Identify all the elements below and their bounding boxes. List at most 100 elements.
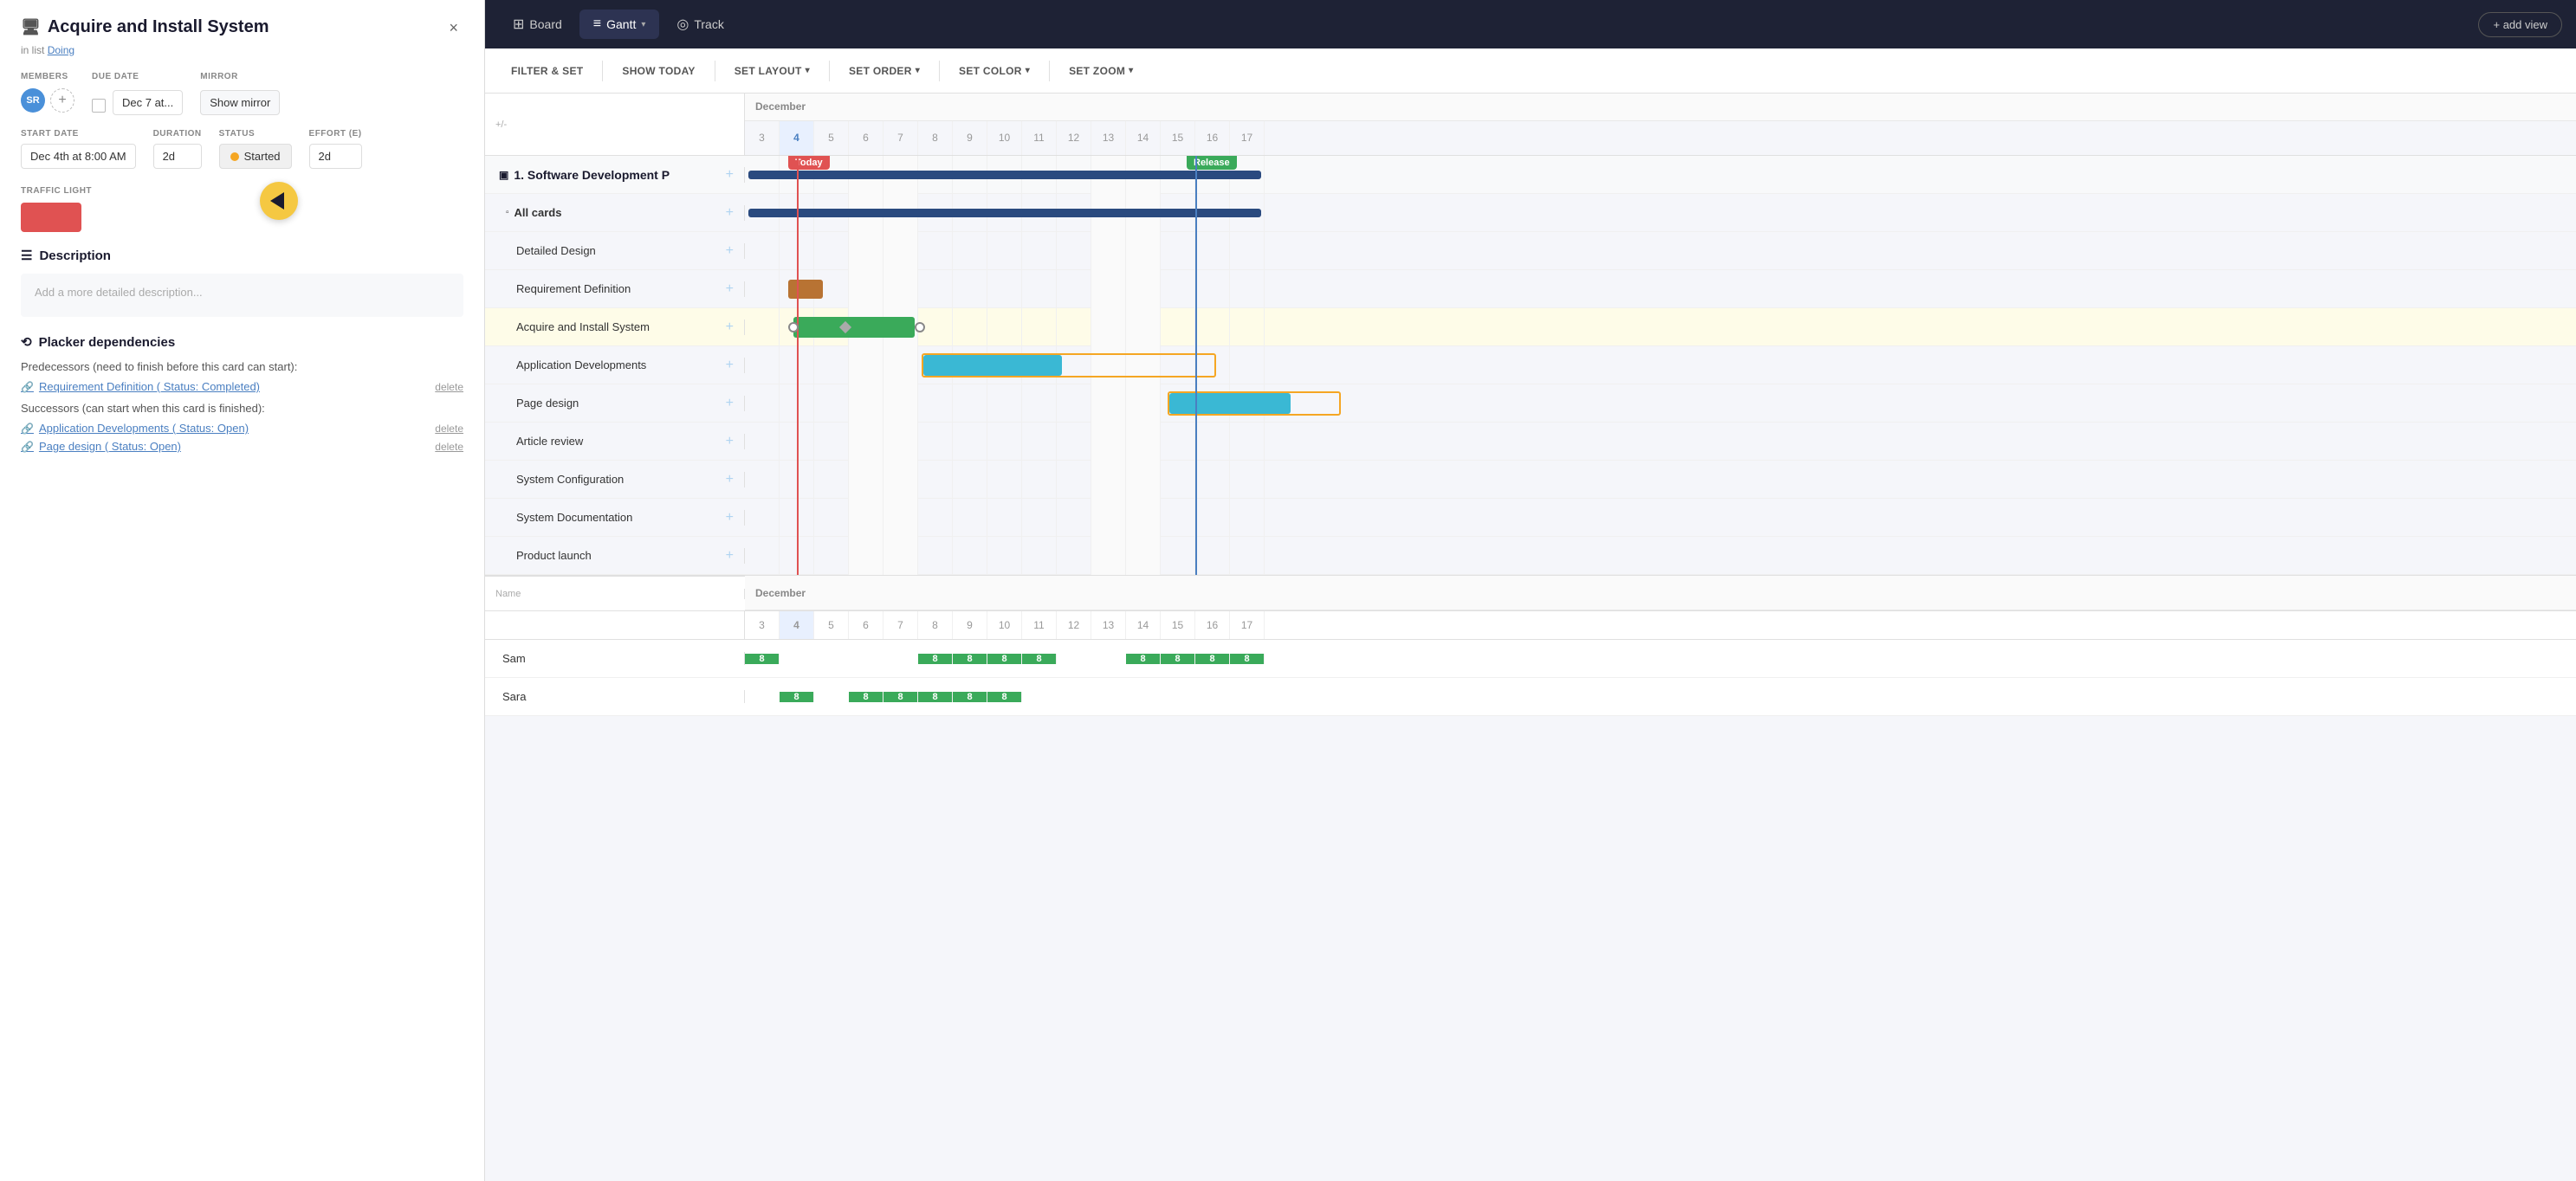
successor-delete-button-1[interactable]: delete xyxy=(435,423,463,435)
set-layout-button[interactable]: SET LAYOUT ▾ xyxy=(726,60,819,82)
timeline-cell-7 xyxy=(883,270,918,308)
gantt-row-t2: Requirement Definition+ xyxy=(485,270,2576,308)
traffic-light-box[interactable] xyxy=(21,203,81,232)
duedate-value[interactable]: Dec 7 at... xyxy=(113,90,183,115)
deadline-line xyxy=(1195,346,1197,384)
gantt-timeline-t2 xyxy=(745,270,2576,308)
duration-value[interactable]: 2d xyxy=(153,144,202,169)
duration-label: DURATION xyxy=(153,129,202,139)
tab-gantt[interactable]: ≡ Gantt ▾ xyxy=(579,10,660,39)
timeline-cell-3 xyxy=(745,537,780,575)
predecessor-link[interactable]: 🔗 Requirement Definition ( Status: Compl… xyxy=(21,380,260,393)
today-line xyxy=(797,346,799,384)
gantt-name-t3[interactable]: Acquire and Install System+ xyxy=(485,319,745,335)
add-task-btn-t9[interactable]: + xyxy=(726,548,734,564)
show-today-button[interactable]: SHOW TODAY xyxy=(613,60,703,82)
gantt-bar-t2[interactable] xyxy=(788,280,823,299)
list-link[interactable]: Doing xyxy=(48,44,74,56)
gantt-name-t7[interactable]: System Configuration+ xyxy=(485,472,745,487)
add-task-btn-t1[interactable]: + xyxy=(726,243,734,259)
add-task-btn-t4[interactable]: + xyxy=(726,358,734,373)
timeline-cell-12 xyxy=(1057,270,1091,308)
add-task-btn-t8[interactable]: + xyxy=(726,510,734,526)
gantt-name-g1[interactable]: ▣ 1. Software Development P+ xyxy=(485,167,745,183)
members-field: MEMBERS SR + xyxy=(21,72,74,113)
filter-set-button[interactable]: FILTER & SET xyxy=(502,60,592,82)
successor-link-2[interactable]: 🔗 Page design ( Status: Open) xyxy=(21,440,181,453)
description-title: ☰ Description xyxy=(21,248,463,263)
gantt-name-t8[interactable]: System Documentation+ xyxy=(485,510,745,526)
duration-field: DURATION 2d xyxy=(153,129,202,169)
add-task-btn-t2[interactable]: + xyxy=(726,281,734,297)
gantt-timeline-t9 xyxy=(745,537,2576,575)
timeline-cell-10 xyxy=(987,499,1022,537)
effort-value[interactable]: 2d xyxy=(309,144,362,169)
gantt-name-t4[interactable]: Application Developments+ xyxy=(485,358,745,373)
gantt-name-allcards[interactable]: ▫ All cards+ xyxy=(485,205,745,221)
add-task-btn-t7[interactable]: + xyxy=(726,472,734,487)
add-task-btn-t3[interactable]: + xyxy=(726,319,734,335)
bar-handle-left[interactable] xyxy=(788,322,799,332)
gantt-bar-t4[interactable] xyxy=(923,355,1062,376)
gantt-name-t2[interactable]: Requirement Definition+ xyxy=(485,281,745,297)
deadline-line xyxy=(1195,194,1197,232)
timeline-cell-17 xyxy=(1230,308,1265,346)
successor-text-1: Application Developments ( Status: Open) xyxy=(39,422,249,435)
today-line xyxy=(797,461,799,499)
predecessor-delete-button[interactable]: delete xyxy=(435,381,463,393)
day-header-7: 7 xyxy=(883,121,918,155)
set-color-button[interactable]: SET COLOR ▾ xyxy=(950,60,1039,82)
gantt-bar-g1[interactable] xyxy=(748,171,1261,179)
avatar[interactable]: SR xyxy=(21,88,45,113)
timeline-cell-6 xyxy=(849,499,883,537)
gantt-row-t5: Page design+ xyxy=(485,384,2576,423)
gantt-bar-t5[interactable] xyxy=(1169,393,1291,414)
timeline-cell-3 xyxy=(745,232,780,270)
day-header-9: 9 xyxy=(953,121,987,155)
add-member-button[interactable]: + xyxy=(50,88,74,113)
month-label: December xyxy=(748,100,806,113)
timeline-cell-7 xyxy=(883,461,918,499)
zoom-chevron: ▾ xyxy=(1129,66,1133,75)
status-badge[interactable]: Started xyxy=(219,144,292,169)
gantt-name-t9[interactable]: Product launch+ xyxy=(485,548,745,564)
add-task-btn-t6[interactable]: + xyxy=(726,434,734,449)
startdate-value[interactable]: Dec 4th at 8:00 AM xyxy=(21,144,136,169)
gantt-bar-allcards[interactable] xyxy=(748,209,1261,217)
day-header-15: 15 xyxy=(1161,121,1195,155)
add-task-btn-t5[interactable]: + xyxy=(726,396,734,411)
successor-delete-button-2[interactable]: delete xyxy=(435,441,463,453)
duedate-checkbox[interactable] xyxy=(92,99,106,113)
gantt-row-t9: Product launch+ xyxy=(485,537,2576,575)
predecessor-label: Predecessors (need to finish before this… xyxy=(21,360,463,373)
gantt-name-t5[interactable]: Page design+ xyxy=(485,396,745,411)
timeline-cell-6 xyxy=(849,232,883,270)
gantt-bar-t3[interactable] xyxy=(793,317,915,338)
set-order-button[interactable]: SET ORDER ▾ xyxy=(840,60,929,82)
gantt-name-t1[interactable]: Detailed Design+ xyxy=(485,243,745,259)
timeline-cell-5 xyxy=(814,423,849,461)
add-view-button[interactable]: + add view xyxy=(2478,12,2562,37)
set-zoom-button[interactable]: SET ZOOM ▾ xyxy=(1060,60,1142,82)
successor-link-1[interactable]: 🔗 Application Developments ( Status: Ope… xyxy=(21,422,249,435)
link-icon-3: 🔗 xyxy=(21,441,34,453)
gantt-row-g1: ▣ 1. Software Development P+TodayRelease xyxy=(485,156,2576,194)
timeline-cell-8 xyxy=(918,232,953,270)
timeline-cell-6 xyxy=(849,384,883,423)
effort-field: EFFORT (E) 2d xyxy=(309,129,362,169)
gantt-name-t6[interactable]: Article review+ xyxy=(485,434,745,449)
timeline-cell-17 xyxy=(1230,423,1265,461)
add-task-btn-allcards[interactable]: + xyxy=(726,205,734,221)
tab-board[interactable]: ⊞ Board xyxy=(499,9,576,40)
description-input[interactable]: Add a more detailed description... xyxy=(21,274,463,317)
tab-track[interactable]: ◎ Track xyxy=(663,9,737,40)
tab-gantt-label: Gantt xyxy=(606,17,636,31)
plus-minus-label[interactable]: +/- xyxy=(495,119,507,130)
timeline-cell-16 xyxy=(1195,423,1230,461)
day-header-3: 3 xyxy=(745,121,780,155)
bar-handle-right[interactable] xyxy=(915,322,925,332)
close-button[interactable]: × xyxy=(443,17,463,39)
show-mirror-button[interactable]: Show mirror xyxy=(200,90,280,115)
days-row: 34567891011121314151617 xyxy=(745,121,2576,155)
add-task-btn-g1[interactable]: + xyxy=(726,167,734,183)
